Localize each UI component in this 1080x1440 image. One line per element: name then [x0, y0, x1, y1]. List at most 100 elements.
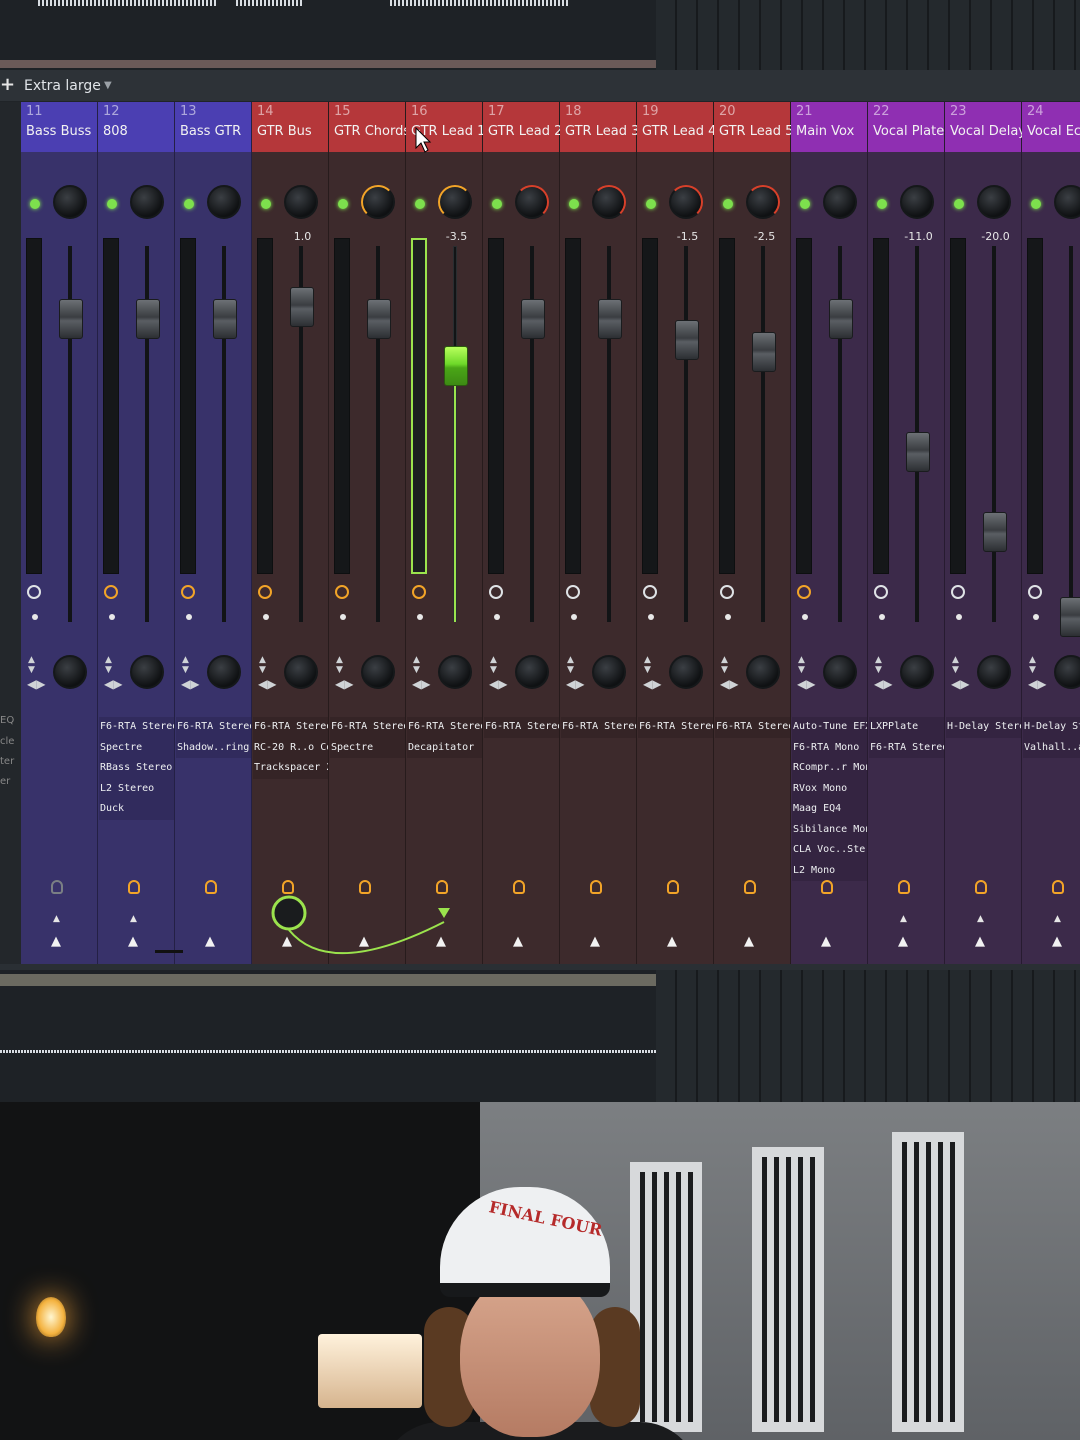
clock-icon[interactable]: [104, 585, 118, 599]
fx-slot[interactable]: F6-RTA Stereo: [561, 717, 636, 738]
route-bulb-icon[interactable]: [667, 880, 681, 898]
mixer-strip[interactable]: 14 GTR Bus 1.0 ▲ ▼ ◀▶ F6-RTA Stereo RC-20 …: [252, 102, 329, 964]
arm-dot[interactable]: [956, 614, 962, 620]
caret-up-icon[interactable]: ▲: [53, 914, 60, 924]
fx-slot[interactable]: Valhall..ageV: [1023, 737, 1080, 758]
clock-icon[interactable]: [797, 585, 811, 599]
route-bulb-icon[interactable]: [359, 880, 373, 898]
swap-lr-icon[interactable]: ◀▶: [566, 677, 584, 691]
mute-led[interactable]: [954, 199, 964, 209]
clock-icon[interactable]: [335, 585, 349, 599]
strip-header[interactable]: 17 GTR Lead 2: [483, 102, 562, 152]
playlist-bottom[interactable]: [0, 970, 1080, 1102]
strip-header[interactable]: 14 GTR Bus: [252, 102, 328, 152]
swap-lr-icon[interactable]: ◀▶: [489, 677, 507, 691]
strip-header[interactable]: 12 808: [98, 102, 174, 152]
mute-led[interactable]: [877, 199, 887, 209]
mixer-strip[interactable]: 22 Vocal Plate -11.0 ▲ ▼ ◀▶ LXPPlate F6-RT…: [868, 102, 945, 964]
stereo-separation-knob[interactable]: [977, 185, 1011, 219]
track-name[interactable]: GTR Lead 4: [642, 124, 716, 139]
mute-led[interactable]: [338, 199, 348, 209]
volume-fader[interactable]: [675, 320, 699, 360]
audio-clip-waveform[interactable]: [236, 0, 304, 6]
pan-knob[interactable]: [515, 655, 549, 689]
mute-led[interactable]: [1031, 199, 1041, 209]
strip-header[interactable]: 11 Bass Buss: [21, 102, 97, 152]
strip-header[interactable]: 16 GTR Lead 1: [406, 102, 485, 152]
arm-dot[interactable]: [263, 614, 269, 620]
volume-fader[interactable]: [59, 299, 83, 339]
send-arrow-icon[interactable]: ▲: [51, 934, 61, 949]
fader-track[interactable]: [992, 246, 996, 622]
mixer-strip[interactable]: 15 GTR Chords ▲ ▼ ◀▶ F6-RTA Stereo Spectre…: [329, 102, 408, 964]
stereo-separation-knob[interactable]: [1054, 185, 1080, 219]
swap-lr-icon[interactable]: ◀▶: [951, 677, 969, 691]
mixer-strip[interactable]: 18 GTR Lead 3 ▲ ▼ ◀▶ F6-RTA Stereo ▲: [560, 102, 639, 964]
stereo-separation-knob[interactable]: [900, 185, 934, 219]
mute-led[interactable]: [30, 199, 40, 209]
mixer-strip[interactable]: 21 Main Vox ▲ ▼ ◀▶ Auto-Tune EFX F6-RTA Mo…: [791, 102, 868, 964]
send-arrow-icon[interactable]: ▲: [436, 934, 446, 949]
fx-slot[interactable]: Maag EQ4: [792, 799, 867, 820]
mixer-strip[interactable]: 13 Bass GTR ▲ ▼ ◀▶ F6-RTA Stereo Shadow..r…: [175, 102, 252, 964]
stereo-separation-knob[interactable]: [284, 185, 318, 219]
mixer-strip[interactable]: 20 GTR Lead 5 -2.5 ▲ ▼ ◀▶ F6-RTA Stereo ▲: [714, 102, 793, 964]
clock-icon[interactable]: [951, 585, 965, 599]
swap-updown-icon[interactable]: ▲ ▼: [567, 655, 574, 675]
playlist-scrollbar[interactable]: [0, 974, 656, 986]
arm-dot[interactable]: [494, 614, 500, 620]
track-name[interactable]: GTR Lead 2: [488, 124, 562, 139]
send-arrow-icon[interactable]: ▲: [282, 934, 292, 949]
pan-knob[interactable]: [438, 655, 472, 689]
send-arrow-icon[interactable]: ▲: [975, 934, 985, 949]
playlist-scrollbar[interactable]: [0, 60, 656, 68]
fx-slot[interactable]: F6-RTA Stereo: [869, 737, 944, 758]
arm-dot[interactable]: [32, 614, 38, 620]
mixer-strip[interactable]: 17 GTR Lead 2 ▲ ▼ ◀▶ F6-RTA Stereo ▲: [483, 102, 562, 964]
fader-track[interactable]: [1069, 246, 1073, 622]
fx-slot[interactable]: F6-RTA Stereo: [715, 717, 790, 738]
volume-fader[interactable]: [829, 299, 853, 339]
volume-fader[interactable]: [290, 287, 314, 327]
track-name[interactable]: Main Vox: [796, 124, 870, 139]
volume-fader[interactable]: [136, 299, 160, 339]
swap-lr-icon[interactable]: ◀▶: [27, 677, 45, 691]
clock-icon[interactable]: [181, 585, 195, 599]
send-arrow-icon[interactable]: ▲: [128, 934, 138, 949]
arm-dot[interactable]: [340, 614, 346, 620]
pan-knob[interactable]: [53, 655, 87, 689]
send-arrow-icon[interactable]: ▲: [205, 934, 215, 949]
pan-knob[interactable]: [823, 655, 857, 689]
mute-led[interactable]: [107, 199, 117, 209]
strip-header[interactable]: 19 GTR Lead 4: [637, 102, 716, 152]
mixer-strip[interactable]: 23 Vocal Delay -20.0 ▲▼ ◀▶ H-Delay Stere…: [945, 102, 1024, 964]
stereo-separation-knob[interactable]: [515, 185, 549, 219]
strip-header[interactable]: 18 GTR Lead 3: [560, 102, 639, 152]
arm-dot[interactable]: [417, 614, 423, 620]
automation-clip[interactable]: [0, 1050, 656, 1053]
fx-slot[interactable]: Spectre: [99, 737, 174, 758]
route-bulb-icon[interactable]: [282, 880, 296, 898]
fx-slot[interactable]: RVox Mono: [792, 778, 867, 799]
volume-fader[interactable]: [598, 299, 622, 339]
fx-slot[interactable]: F6-RTA Stereo: [176, 717, 251, 738]
fx-slot[interactable]: H-Delay Stereo: [946, 717, 1021, 738]
strip-header[interactable]: 23 Vocal Delay: [945, 102, 1024, 152]
clock-icon[interactable]: [412, 585, 426, 599]
volume-fader[interactable]: [983, 512, 1007, 552]
mixer-strip[interactable]: 11 Bass Buss ▲ ▼ ◀▶ ▲ ▲: [21, 102, 98, 964]
caret-up-icon[interactable]: ▲: [900, 914, 907, 924]
volume-fader[interactable]: [367, 299, 391, 339]
fx-slot[interactable]: RCompr..r Mono: [792, 758, 867, 779]
strip-header[interactable]: 21 Main Vox: [791, 102, 867, 152]
send-arrow-icon[interactable]: ▲: [667, 934, 677, 949]
fx-slot[interactable]: L2 Mono: [792, 860, 867, 881]
pan-knob[interactable]: [130, 655, 164, 689]
caret-up-icon[interactable]: ▲: [130, 914, 137, 924]
clock-icon[interactable]: [1028, 585, 1042, 599]
clock-icon[interactable]: [566, 585, 580, 599]
mute-led[interactable]: [800, 199, 810, 209]
arm-dot[interactable]: [1033, 614, 1039, 620]
pan-knob[interactable]: [746, 655, 780, 689]
swap-updown-icon[interactable]: ▲ ▼: [952, 655, 959, 675]
